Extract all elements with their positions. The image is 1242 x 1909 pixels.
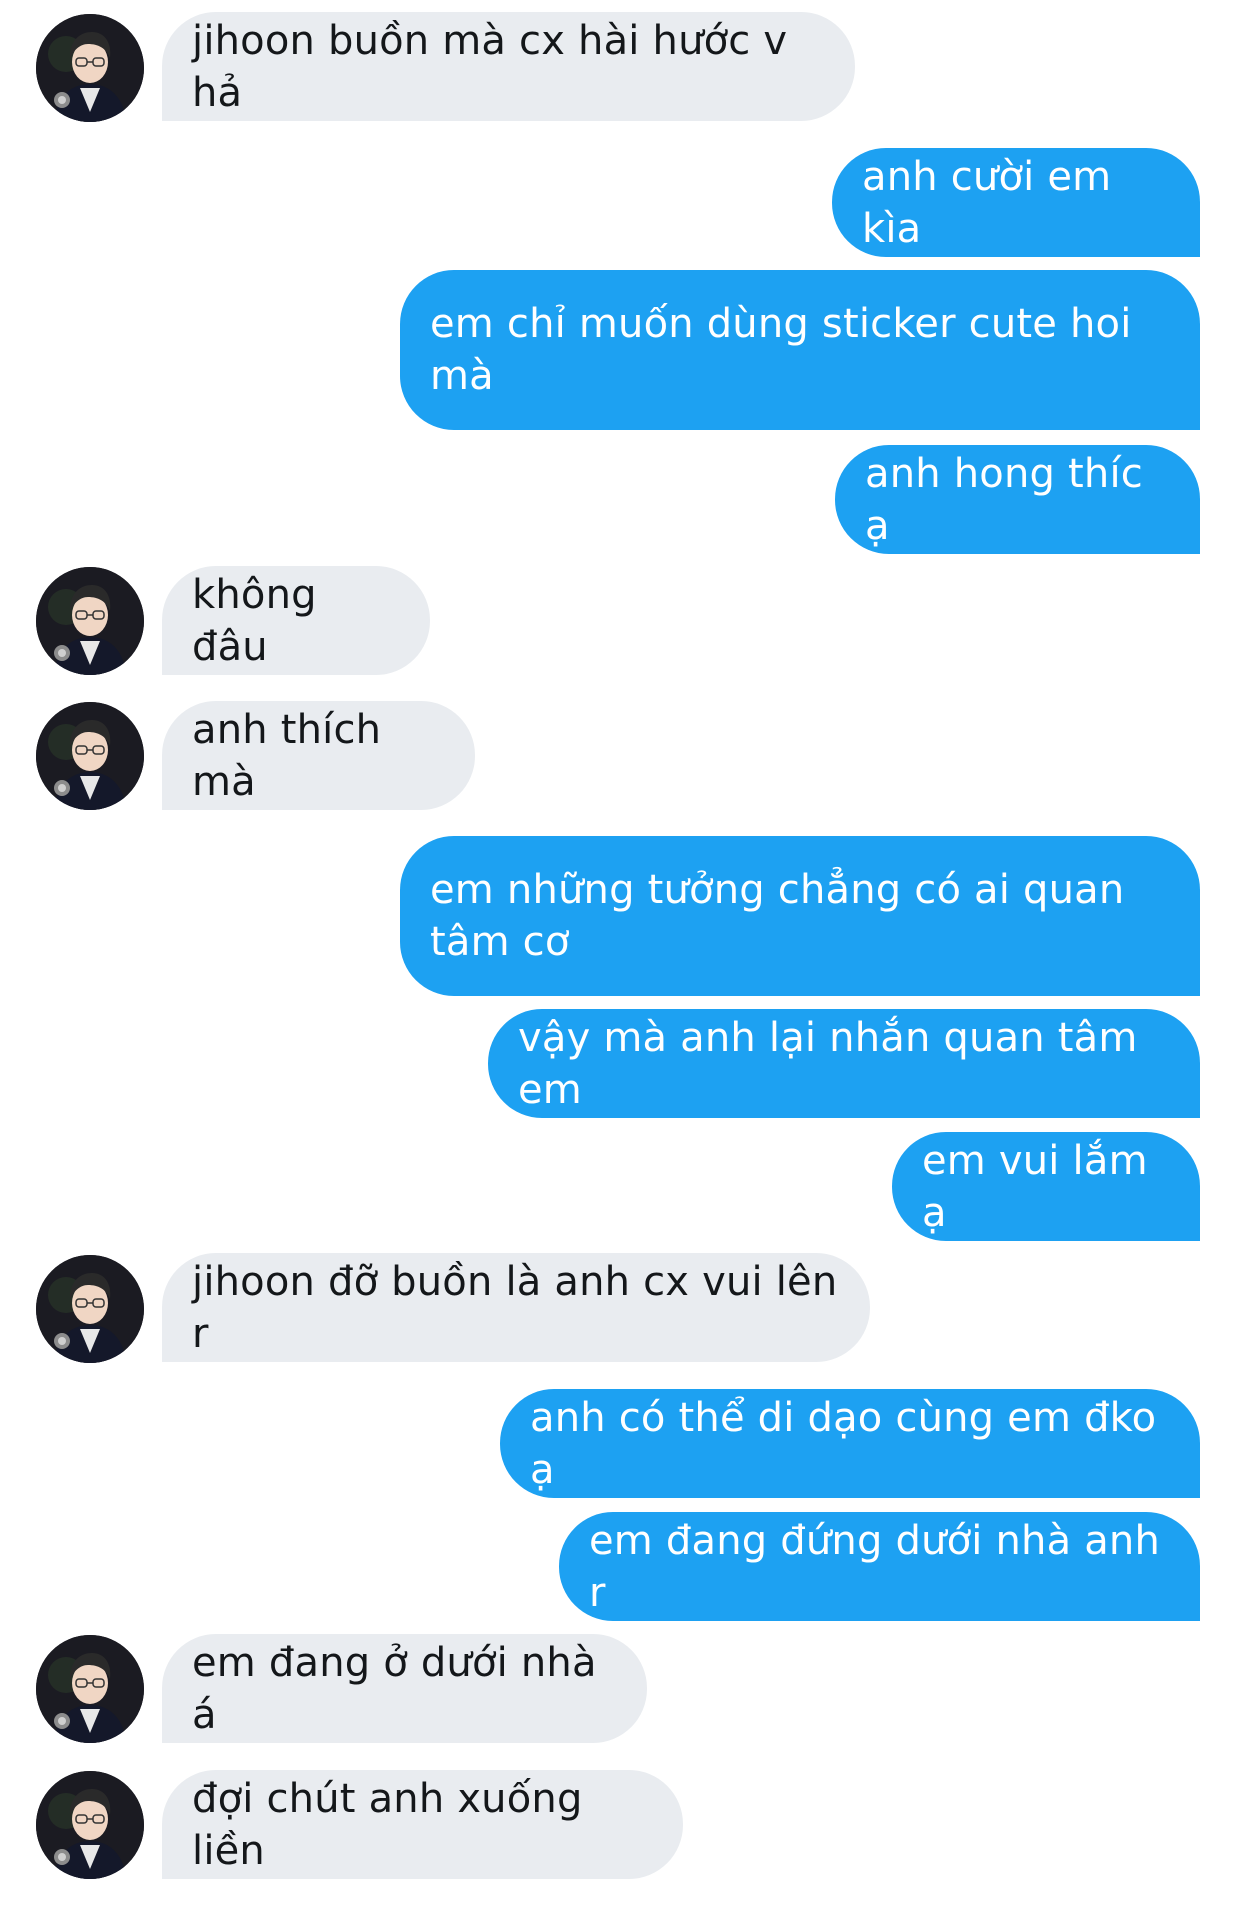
contact-avatar-icon[interactable] bbox=[36, 14, 144, 122]
outgoing-message-bubble[interactable]: anh cười em kìa bbox=[832, 148, 1200, 257]
incoming-message-bubble[interactable]: không đâu bbox=[162, 566, 430, 675]
outgoing-message-bubble[interactable]: em những tưởng chẳng có ai quan tâm cơ bbox=[400, 836, 1200, 996]
outgoing-message-bubble[interactable]: em vui lắm ạ bbox=[892, 1132, 1200, 1241]
outgoing-message-bubble[interactable]: em đang đứng dưới nhà anh r bbox=[559, 1512, 1200, 1621]
contact-avatar-icon[interactable] bbox=[36, 567, 144, 675]
contact-avatar-icon[interactable] bbox=[36, 1635, 144, 1743]
incoming-message-bubble[interactable]: jihoon đỡ buồn là anh cx vui lên r bbox=[162, 1253, 870, 1362]
outgoing-message-bubble[interactable]: anh hong thíc ạ bbox=[835, 445, 1200, 554]
outgoing-message-bubble[interactable]: anh có thể di dạo cùng em đko ạ bbox=[500, 1389, 1200, 1498]
incoming-message-bubble[interactable]: jihoon buồn mà cx hài hước v hả bbox=[162, 12, 855, 121]
outgoing-message-bubble[interactable]: vậy mà anh lại nhắn quan tâm em bbox=[488, 1009, 1200, 1118]
outgoing-message-bubble[interactable]: em chỉ muốn dùng sticker cute hoi mà bbox=[400, 270, 1200, 430]
incoming-message-bubble[interactable]: đợi chút anh xuống liền bbox=[162, 1770, 683, 1879]
incoming-message-bubble[interactable]: anh thích mà bbox=[162, 701, 475, 810]
contact-avatar-icon[interactable] bbox=[36, 702, 144, 810]
incoming-message-bubble[interactable]: em đang ở dưới nhà á bbox=[162, 1634, 647, 1743]
contact-avatar-icon[interactable] bbox=[36, 1255, 144, 1363]
message-thread: jihoon buồn mà cx hài hước v hả anh cười… bbox=[0, 0, 1242, 1909]
contact-avatar-icon[interactable] bbox=[36, 1771, 144, 1879]
